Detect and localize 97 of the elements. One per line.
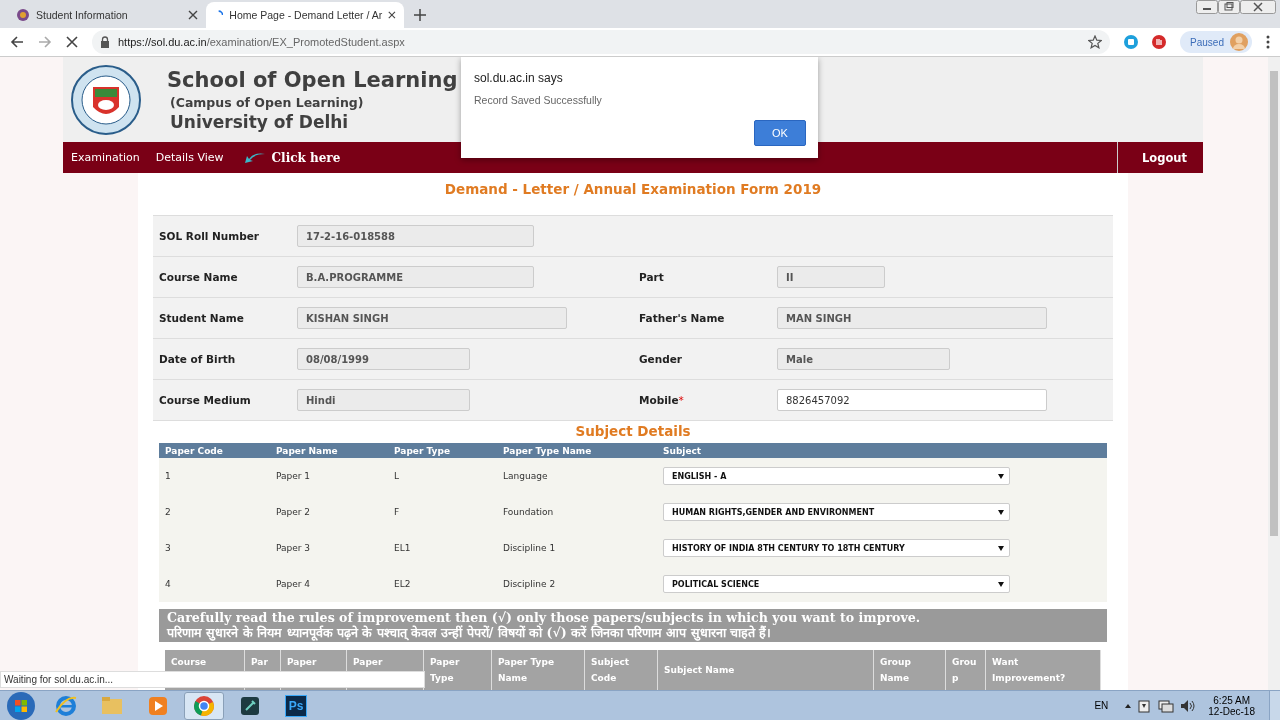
dropdown-arrow-icon [998, 581, 1004, 587]
scrollbar[interactable] [1268, 57, 1280, 690]
table-cell-text: 3 [164, 543, 172, 553]
flag-icon[interactable] [1138, 698, 1153, 713]
dropdown-arrow-icon [998, 473, 1004, 479]
avatar-icon [1230, 33, 1248, 51]
taskbar-app[interactable] [184, 691, 224, 720]
dialog-message: Record Saved Successfully [474, 94, 603, 106]
notice-text: Carefully read the rules of improvement then (√) only those papers/subjects in which you want to improve. [167, 610, 922, 625]
table-cell-text: 1 [164, 471, 172, 481]
status-text: Waiting for sol.du.ac.in... [0, 671, 425, 688]
required-marker: * [678, 394, 684, 406]
browser-tab[interactable]: Student Information [8, 2, 206, 28]
subject-dropdown[interactable]: POLITICAL SCIENCE [663, 575, 1010, 593]
field-label: Course Medium [159, 394, 251, 406]
table-cell-text: Paper 2 [275, 507, 312, 517]
table-cell-text: EL2 [393, 579, 412, 589]
table-cell-text: F [393, 507, 401, 517]
tray-arrow-icon[interactable] [1124, 702, 1133, 709]
chrome-icon [192, 693, 216, 718]
new-tab-icon[interactable] [414, 9, 426, 21]
school-title: School of Open Learning [167, 67, 458, 92]
column-header: Paper Code [164, 445, 224, 456]
click-here-link[interactable]: Click here [231, 150, 341, 165]
clock-time[interactable]: 6:25 AM [1213, 694, 1250, 706]
clock-date[interactable]: 12-Dec-18 [1208, 705, 1255, 717]
address-bar[interactable]: https://sol.du.ac.in/examination/EX_PromotedStudent.aspx [92, 30, 1111, 54]
input-field[interactable]: MAN SINGH [777, 307, 1047, 329]
browser-tab[interactable]: Home Page - Demand Letter / Ar [206, 2, 404, 28]
scroll-thumb[interactable] [1270, 71, 1278, 536]
close-icon[interactable] [1240, 0, 1276, 14]
table-cell-text: Paper 3 [275, 543, 312, 553]
column-header: Subject [662, 445, 703, 456]
dropdown-arrow-icon [998, 545, 1004, 551]
input-field[interactable]: Male [777, 348, 950, 370]
back-icon[interactable] [10, 35, 24, 49]
input-field[interactable]: KISHAN SINGH [297, 307, 567, 329]
nav-link[interactable]: Examination [63, 151, 148, 164]
nav-link[interactable]: Details View [147, 151, 232, 164]
star-icon[interactable] [1088, 35, 1103, 49]
lock-icon [100, 36, 110, 48]
language-indicator[interactable]: EN [1094, 700, 1109, 711]
ok-button[interactable]: OK [754, 120, 806, 146]
table-cell-text: 4 [164, 579, 172, 589]
table-cell-text: L [393, 471, 400, 481]
stop-icon[interactable] [66, 36, 78, 48]
profile-button[interactable]: Paused [1180, 31, 1252, 53]
field-label: Gender [639, 353, 683, 365]
start-button-icon[interactable] [6, 690, 36, 720]
table-cell-text: Paper 4 [275, 579, 312, 589]
input-field[interactable]: II [777, 266, 885, 288]
minimize-icon[interactable] [1196, 0, 1218, 14]
notice-text: परिणाम सुधारने के नियम ध्यानपूर्वक पढ़ने के पश्चात् केवल उन्हीं पेपरों/ विषयों को (√) करें जिनका परिणाम आप सुधारना चाहते हैं। [167, 625, 772, 640]
field-label: Course Name [159, 271, 238, 283]
volume-icon[interactable] [1180, 698, 1197, 713]
table-cell-text: Foundation [502, 507, 555, 517]
subject-dropdown[interactable]: HUMAN RIGHTS,GENDER AND ENVIRONMENT [663, 503, 1010, 521]
input-field[interactable]: Hindi [297, 389, 470, 411]
subject-dropdown[interactable]: HISTORY OF INDIA 8TH CENTURY TO 18TH CENTURY [663, 539, 1010, 557]
column-header: Paper Type Name [502, 445, 593, 456]
emblem-icon [16, 8, 30, 22]
photoshop-icon: Ps [285, 694, 307, 717]
taskbar-app[interactable]: Ps [276, 691, 316, 720]
extension-icon[interactable] [1152, 35, 1167, 49]
input-field[interactable]: 17-2-16-018588 [297, 225, 534, 247]
input-field[interactable]: 8826457092 [777, 389, 1047, 411]
field-label: SOL Roll Number [159, 230, 259, 242]
input-field[interactable]: B.A.PROGRAMME [297, 266, 534, 288]
table-cell-text: Paper 1 [275, 471, 312, 481]
field-label: Part [639, 271, 664, 283]
input-field[interactable]: 08/08/1999 [297, 348, 470, 370]
university-emblem-icon [71, 64, 141, 135]
table-cell-text: Discipline 2 [502, 579, 557, 589]
field-label: Date of Birth [159, 353, 236, 365]
restore-icon[interactable] [1218, 0, 1240, 14]
field-label: Student Name [159, 312, 244, 324]
extension-icon[interactable] [1124, 35, 1139, 49]
dropdown-arrow-icon [998, 509, 1004, 515]
menu-icon[interactable] [1266, 35, 1270, 49]
url-text: https://sol.du.ac.in/examination/EX_PromotedStudent.aspx [118, 36, 406, 48]
table-cell-text: Discipline 1 [502, 543, 557, 553]
network-icon[interactable] [1158, 698, 1175, 713]
internet-explorer-icon [54, 693, 78, 718]
field-label: Father's Name [639, 312, 725, 324]
form-title: Demand - Letter / Annual Examination Form 2019 [443, 180, 823, 199]
column-header: Paper Name [275, 445, 339, 456]
column-header: Paper Type [393, 445, 452, 456]
subject-dropdown[interactable]: ENGLISH - A [663, 467, 1010, 485]
field-label: Mobile [639, 394, 679, 406]
university-title: University of Delhi [170, 111, 350, 132]
table-cell-text: Language [502, 471, 549, 481]
campus-subtitle: (Campus of Open Learning) [170, 94, 365, 110]
table-cell-text: 2 [164, 507, 172, 517]
dialog-title: sol.du.ac.in says [474, 71, 564, 85]
close-icon[interactable] [388, 10, 396, 20]
close-icon[interactable] [188, 10, 198, 20]
table-cell-text: EL1 [393, 543, 412, 553]
